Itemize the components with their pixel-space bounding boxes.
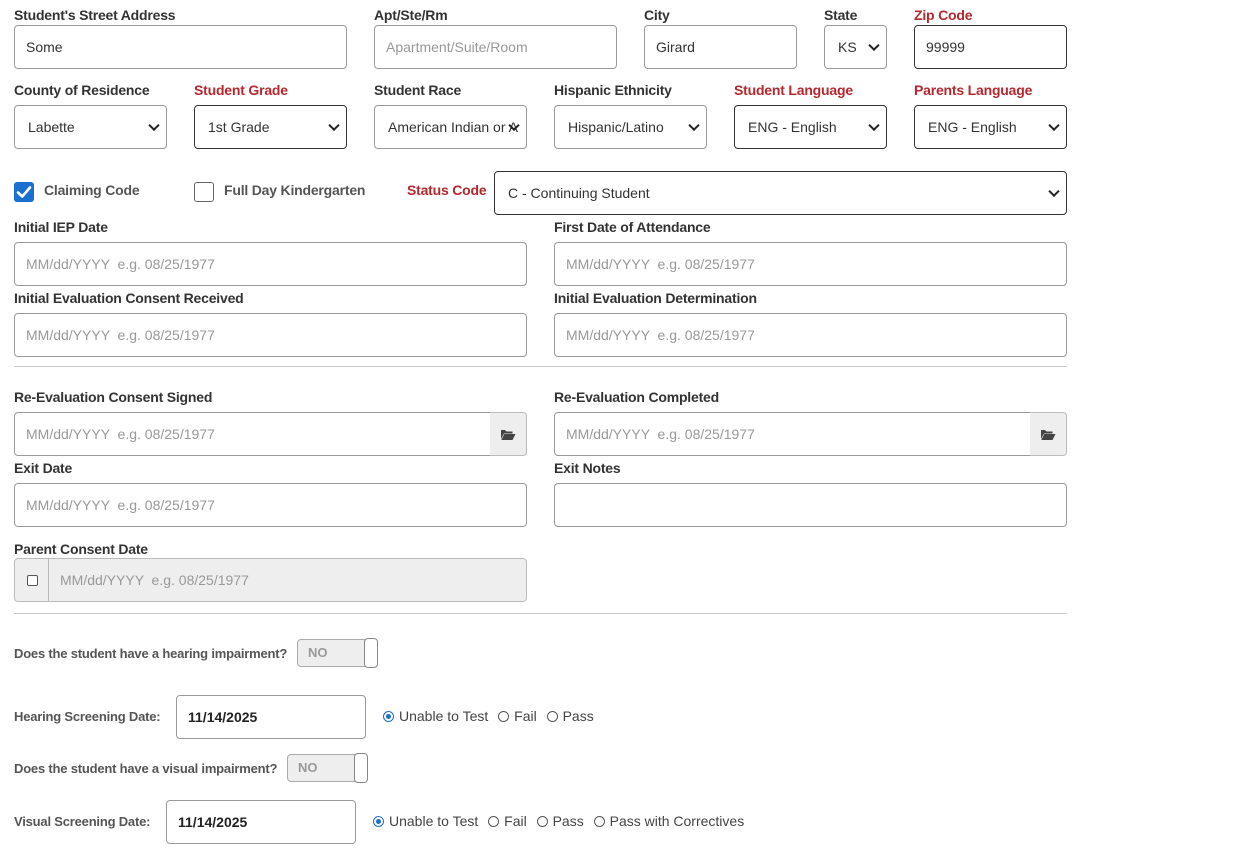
apt-label: Apt/Ste/Rm (374, 7, 448, 23)
hearing-impairment-toggle[interactable]: NO (297, 638, 378, 668)
visual-toggle-text: NO (298, 760, 318, 775)
status-code-label: Status Code (407, 182, 487, 198)
parents-language-select[interactable]: ENG - English (914, 105, 1067, 149)
visual-fail-label: Fail (504, 813, 527, 829)
visual-pass-radio[interactable] (536, 816, 548, 827)
hearing-impairment-question: Does the student have a hearing impairme… (14, 646, 288, 661)
checkmark-icon (16, 186, 32, 198)
apt-input[interactable] (374, 25, 617, 69)
reeval-completed-picker-button[interactable] (1030, 412, 1067, 456)
visual-pass-correctives-label: Pass with Correctives (609, 813, 745, 829)
folder-open-icon (1041, 429, 1056, 440)
reeval-consent-label: Re-Evaluation Consent Signed (14, 389, 213, 405)
zip-code-label: Zip Code (914, 7, 973, 23)
zip-code-input[interactable] (914, 25, 1067, 69)
status-code-value: C - Continuing Student (508, 185, 650, 201)
hearing-pass-label: Pass (562, 708, 594, 724)
student-language-value: ENG - English (748, 119, 837, 135)
visual-screening-date-input[interactable] (166, 800, 356, 844)
hearing-screening-date-input[interactable] (176, 695, 366, 739)
hispanic-ethnicity-select[interactable]: Hispanic/Latino (554, 105, 707, 149)
initial-iep-date-input[interactable] (14, 242, 527, 286)
exit-date-label: Exit Date (14, 460, 73, 476)
first-attendance-date-input[interactable] (554, 242, 1067, 286)
parents-language-label: Parents Language (914, 82, 1033, 98)
parent-consent-date-label: Parent Consent Date (14, 541, 148, 557)
parent-consent-toggle-addon (14, 558, 49, 602)
student-race-select[interactable]: American Indian or A (374, 105, 527, 149)
claiming-code-label: Claiming Code (44, 182, 140, 198)
visual-result-radio-group: Unable to Test Fail Pass Pass with Corre… (373, 813, 750, 829)
initial-iep-date-label: Initial IEP Date (14, 219, 108, 235)
parent-consent-date-input[interactable] (48, 558, 527, 602)
visual-pass-label: Pass (552, 813, 584, 829)
claiming-code-checkbox[interactable] (14, 182, 34, 202)
chevron-down-icon (1048, 185, 1060, 198)
reeval-consent-input[interactable] (14, 412, 491, 456)
state-select[interactable]: KS (824, 25, 887, 69)
visual-unable-radio[interactable] (373, 816, 384, 827)
hispanic-ethnicity-value: Hispanic/Latino (568, 119, 664, 135)
student-grade-value: 1st Grade (208, 119, 270, 135)
hearing-result-radio-group: Unable to Test Fail Pass (383, 708, 600, 724)
initial-eval-consent-input[interactable] (14, 313, 527, 357)
toggle-knob (364, 638, 378, 668)
toggle-knob (354, 753, 368, 783)
reeval-consent-picker-button[interactable] (490, 412, 527, 456)
chevron-down-icon (868, 119, 880, 132)
exit-date-input[interactable] (14, 483, 527, 527)
student-grade-select[interactable]: 1st Grade (194, 105, 347, 149)
hearing-toggle-text: NO (308, 645, 328, 660)
hearing-fail-label: Fail (514, 708, 537, 724)
student-language-label: Student Language (734, 82, 853, 98)
visual-impairment-question: Does the student have a visual impairmen… (14, 761, 278, 776)
student-grade-label: Student Grade (194, 82, 288, 98)
county-select[interactable]: Labette (14, 105, 167, 149)
reeval-completed-label: Re-Evaluation Completed (554, 389, 719, 405)
visual-screening-date-label: Visual Screening Date: (14, 814, 151, 829)
full-day-kindergarten-checkbox[interactable] (194, 182, 214, 202)
county-label: County of Residence (14, 82, 150, 98)
parent-consent-checkbox[interactable] (26, 574, 38, 586)
student-race-label: Student Race (374, 82, 462, 98)
hispanic-ethnicity-label: Hispanic Ethnicity (554, 82, 672, 98)
hearing-pass-radio[interactable] (546, 711, 558, 722)
chevron-down-icon (1048, 119, 1060, 132)
initial-eval-consent-label: Initial Evaluation Consent Received (14, 290, 244, 306)
initial-eval-determination-label: Initial Evaluation Determination (554, 290, 757, 306)
chevron-down-icon (148, 119, 160, 132)
hearing-unable-label: Unable to Test (399, 708, 489, 724)
parents-language-value: ENG - English (928, 119, 1017, 135)
full-day-kindergarten-label: Full Day Kindergarten (224, 182, 366, 198)
divider (14, 613, 1067, 614)
status-code-select[interactable]: C - Continuing Student (494, 171, 1067, 215)
state-label: State (824, 7, 858, 23)
student-race-value: American Indian or A (388, 119, 518, 135)
city-input[interactable] (644, 25, 797, 69)
city-label: City (644, 7, 670, 23)
chevron-down-icon (868, 39, 880, 52)
chevron-down-icon (688, 119, 700, 132)
visual-unable-label: Unable to Test (389, 813, 479, 829)
chevron-down-icon (328, 119, 340, 132)
initial-eval-determination-input[interactable] (554, 313, 1067, 357)
county-value: Labette (28, 119, 75, 135)
hearing-fail-radio[interactable] (498, 711, 510, 722)
student-language-select[interactable]: ENG - English (734, 105, 887, 149)
divider (14, 366, 1067, 367)
state-value: KS (838, 39, 857, 55)
first-attendance-date-label: First Date of Attendance (554, 219, 711, 235)
reeval-completed-input[interactable] (554, 412, 1031, 456)
visual-impairment-toggle[interactable]: NO (287, 753, 368, 783)
exit-notes-label: Exit Notes (554, 460, 621, 476)
hearing-unable-radio[interactable] (383, 711, 394, 722)
folder-open-icon (501, 429, 516, 440)
visual-pass-correctives-radio[interactable] (593, 816, 605, 827)
hearing-screening-date-label: Hearing Screening Date: (14, 709, 161, 724)
street-address-label: Student's Street Address (14, 7, 176, 23)
street-address-input[interactable] (14, 25, 347, 69)
visual-fail-radio[interactable] (488, 816, 500, 827)
exit-notes-input[interactable] (554, 483, 1067, 527)
